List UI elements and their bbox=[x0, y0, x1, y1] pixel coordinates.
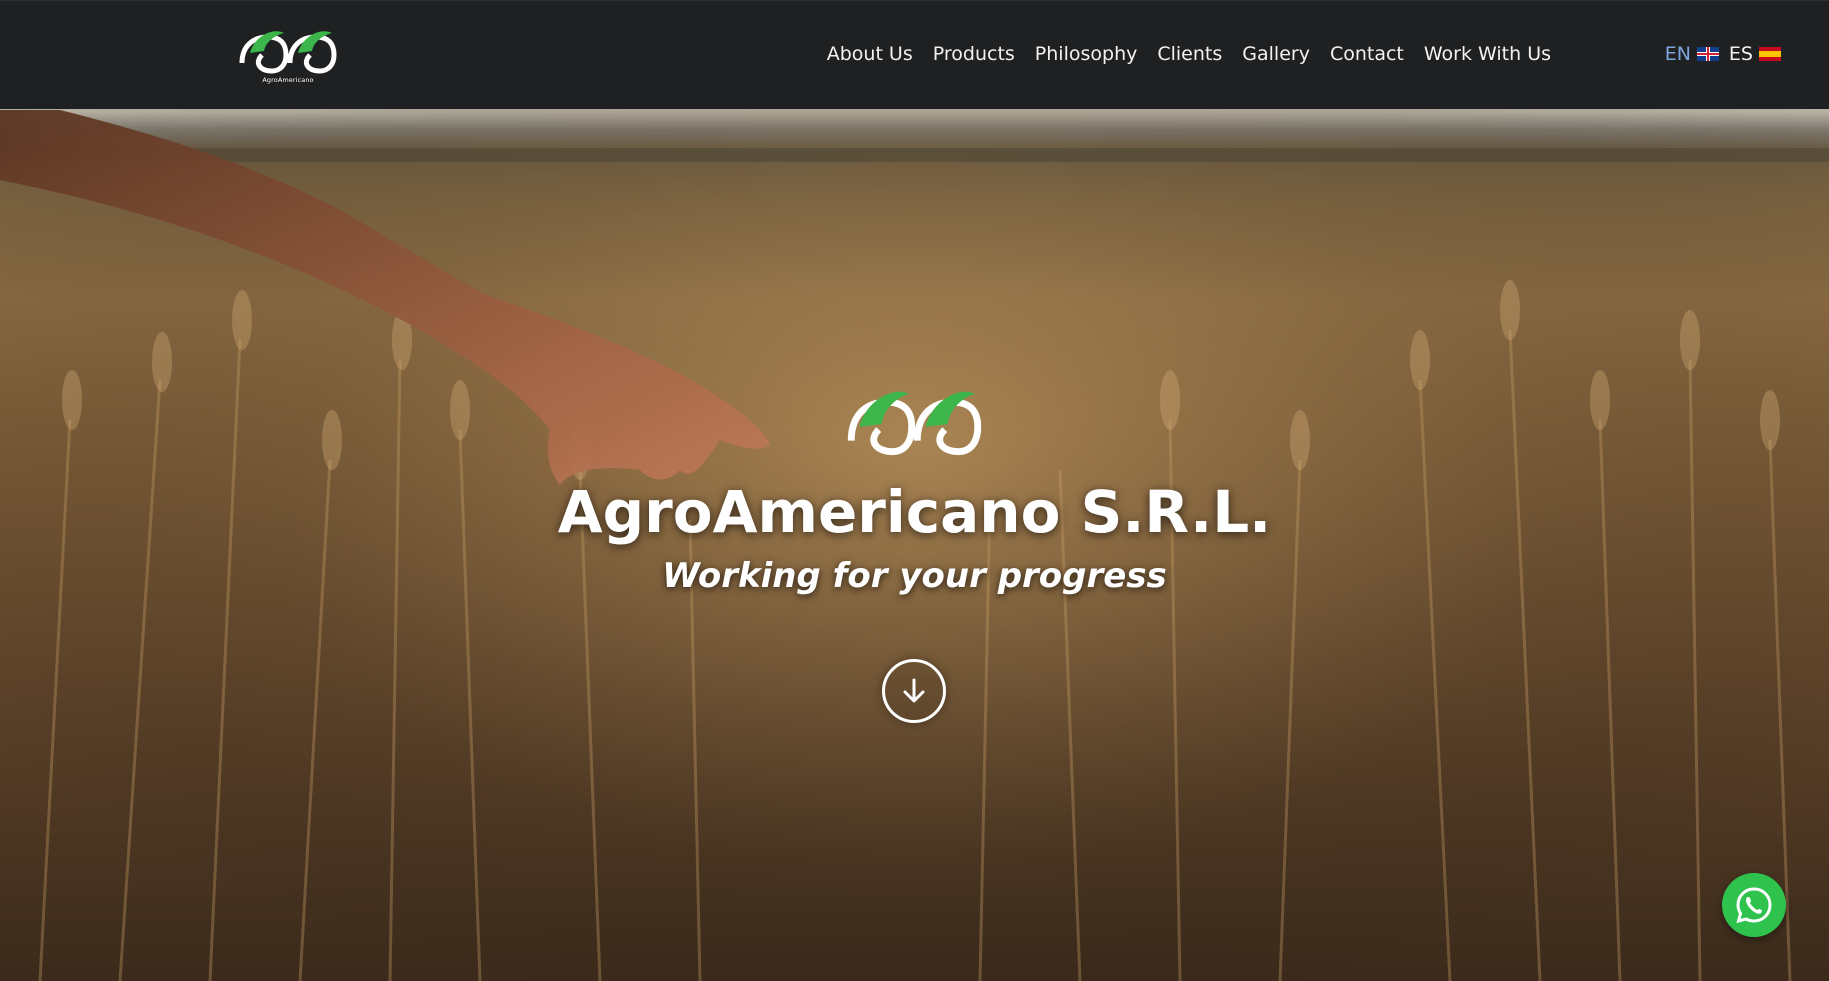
header-logo-text: AgroAmericano bbox=[262, 76, 314, 84]
agroamericano-logo-icon bbox=[239, 31, 337, 74]
language-es[interactable]: ES bbox=[1729, 43, 1753, 65]
nav-work-with-us[interactable]: Work With Us bbox=[1414, 43, 1561, 65]
spain-flag-icon[interactable] bbox=[1759, 47, 1781, 61]
nav-products[interactable]: Products bbox=[923, 43, 1025, 65]
nav-contact[interactable]: Contact bbox=[1320, 43, 1414, 65]
language-switcher: EN ES bbox=[1665, 43, 1785, 65]
uk-flag-icon[interactable] bbox=[1696, 47, 1719, 61]
hero-logo-icon bbox=[843, 380, 986, 460]
whatsapp-button[interactable] bbox=[1722, 873, 1786, 937]
nav-clients[interactable]: Clients bbox=[1147, 43, 1232, 65]
header-logo[interactable]: AgroAmericano bbox=[236, 23, 340, 85]
hero-tagline: Working for your progress bbox=[662, 556, 1167, 596]
scroll-down-button[interactable] bbox=[882, 659, 946, 723]
whatsapp-icon bbox=[1736, 887, 1772, 924]
nav-philosophy[interactable]: Philosophy bbox=[1025, 43, 1148, 65]
language-en[interactable]: EN bbox=[1665, 43, 1691, 65]
hero-title: AgroAmericano S.R.L. bbox=[557, 478, 1272, 546]
arrow-down-circle-icon bbox=[903, 678, 925, 703]
main-navigation: About Us Products Philosophy Clients Gal… bbox=[817, 43, 1561, 65]
nav-about-us[interactable]: About Us bbox=[817, 43, 923, 65]
top-navigation-bar: AgroAmericano About Us Products Philosop… bbox=[0, 0, 1829, 109]
nav-gallery[interactable]: Gallery bbox=[1232, 43, 1320, 65]
